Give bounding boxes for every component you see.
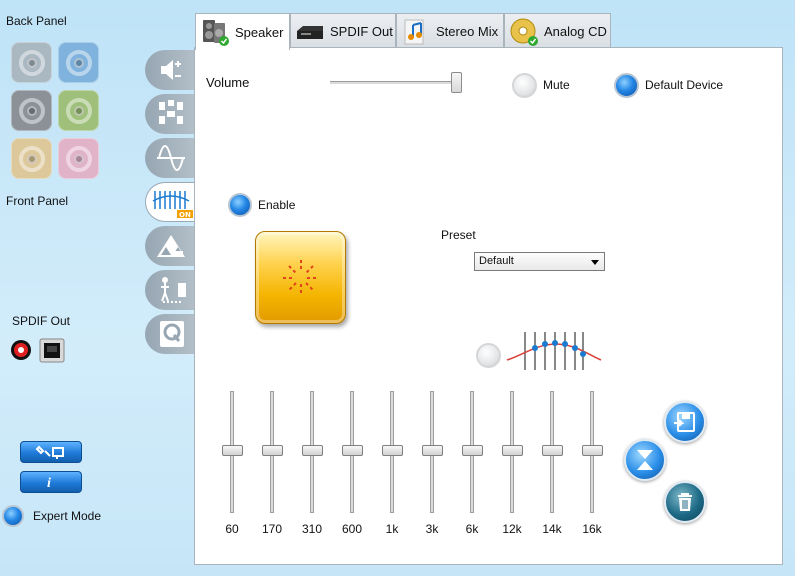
- eq-band-label: 6k: [465, 522, 479, 536]
- back-jack-green[interactable]: [58, 90, 99, 131]
- music-note-icon: [401, 17, 431, 47]
- sunburst-icon: [283, 260, 319, 296]
- tab-stereo-mix[interactable]: Stereo Mix: [396, 13, 504, 49]
- eq-slider-thumb[interactable]: [342, 445, 363, 456]
- preset-select[interactable]: Default: [474, 252, 605, 271]
- mute-radio[interactable]: [512, 73, 537, 98]
- tab-spdif-out[interactable]: SPDIF Out: [290, 13, 396, 49]
- back-jack-blue[interactable]: [58, 42, 99, 83]
- eq-band-label: 600: [341, 522, 363, 536]
- eq-slider-thumb[interactable]: [502, 445, 523, 456]
- side-tab-karaoke[interactable]: [145, 314, 197, 354]
- tab-speaker[interactable]: Speaker: [195, 13, 290, 50]
- equalizer-on-icon: ON: [152, 191, 193, 219]
- spdif-device-icon: [295, 17, 325, 47]
- side-tab-environment[interactable]: [145, 226, 197, 266]
- save-icon: [674, 412, 695, 432]
- eq-band-label: 12k: [502, 522, 522, 536]
- side-tab-sine-wave[interactable]: [145, 138, 197, 178]
- cd-icon: [509, 17, 539, 47]
- eq-slider-thumb[interactable]: [262, 445, 283, 456]
- tools-button[interactable]: [20, 441, 82, 463]
- speaker-icon: [200, 17, 230, 47]
- enable-radio[interactable]: [228, 193, 252, 217]
- side-tab-equalizer[interactable]: ON: [145, 182, 197, 222]
- spdif-coaxial-icon[interactable]: [10, 339, 32, 361]
- eq-slider-thumb[interactable]: [422, 445, 443, 456]
- preset-label: Preset: [441, 228, 476, 242]
- save-preset-button[interactable]: [664, 401, 706, 443]
- expert-mode-radio[interactable]: [2, 505, 24, 527]
- volume-slider-thumb[interactable]: [451, 72, 462, 93]
- eq-slider-thumb[interactable]: [542, 445, 563, 456]
- default-device-label: Default Device: [645, 78, 724, 92]
- back-jack-beige[interactable]: [11, 138, 52, 179]
- tab-stereo-mix-label: Stereo Mix: [436, 24, 499, 39]
- eq-slider-thumb[interactable]: [582, 445, 603, 456]
- mute-label: Mute: [543, 78, 570, 92]
- trash-icon: [678, 493, 692, 511]
- back-panel-label: Back Panel: [6, 14, 67, 28]
- environment-icon: [157, 235, 185, 257]
- eq-band-label: 14k: [542, 522, 562, 536]
- eq-band-label: 16k: [582, 522, 602, 536]
- eq-band-label: 3k: [425, 522, 439, 536]
- spdif-optical-icon[interactable]: [39, 338, 65, 363]
- info-button[interactable]: i: [20, 471, 82, 493]
- eq-band-label: 1k: [385, 522, 399, 536]
- eq-slider-thumb[interactable]: [382, 445, 403, 456]
- tab-speaker-label: Speaker: [235, 24, 284, 40]
- side-tab-speaker-config[interactable]: [145, 50, 197, 90]
- volume-label: Volume: [206, 75, 250, 90]
- back-jack-dark-gray[interactable]: [11, 90, 52, 131]
- default-device-radio[interactable]: [614, 73, 639, 98]
- eq-band-label: 170: [261, 522, 283, 536]
- back-jack-gray[interactable]: [11, 42, 52, 83]
- equalizer-on-badge: ON: [179, 211, 191, 219]
- spdif-out-label: SPDIF Out: [12, 314, 71, 328]
- preset-select-value: Default: [479, 255, 514, 267]
- surround-speakers-icon: [159, 100, 183, 124]
- karaoke-q-icon: [160, 321, 184, 347]
- reset-eq-button[interactable]: [624, 439, 666, 481]
- front-panel-label: Front Panel: [6, 194, 69, 208]
- volume-slider-track[interactable]: [330, 81, 460, 84]
- chevron-down-icon: [591, 260, 599, 265]
- speaker-config-icon: [161, 60, 181, 80]
- eq-slider-thumb[interactable]: [302, 445, 323, 456]
- back-jack-pink[interactable]: [58, 138, 99, 179]
- equalizer-enable-button[interactable]: [255, 231, 346, 324]
- side-tab-surround[interactable]: [145, 94, 197, 134]
- eq-curve-icon: [505, 330, 603, 375]
- eq-curve-radio[interactable]: [476, 343, 501, 368]
- expert-mode-label: Expert Mode: [33, 509, 102, 523]
- delete-preset-button[interactable]: [664, 481, 706, 523]
- side-tab-room-correction[interactable]: [145, 270, 197, 310]
- sine-wave-icon: [157, 145, 185, 171]
- enable-label: Enable: [258, 198, 296, 212]
- eq-band-label: 310: [301, 522, 323, 536]
- eq-band-label: 60: [225, 522, 239, 536]
- eq-slider-thumb[interactable]: [462, 445, 483, 456]
- tools-icon: [35, 445, 64, 459]
- tab-analog-cd[interactable]: Analog CD: [504, 13, 611, 49]
- room-correction-icon: [161, 277, 186, 303]
- tab-spdif-out-label: SPDIF Out: [330, 24, 393, 39]
- eq-slider-thumb[interactable]: [222, 445, 243, 456]
- svg-text:i: i: [47, 476, 51, 490]
- reset-arrows-icon: [637, 450, 653, 470]
- info-icon: i: [47, 476, 51, 490]
- tab-analog-cd-label: Analog CD: [544, 24, 607, 39]
